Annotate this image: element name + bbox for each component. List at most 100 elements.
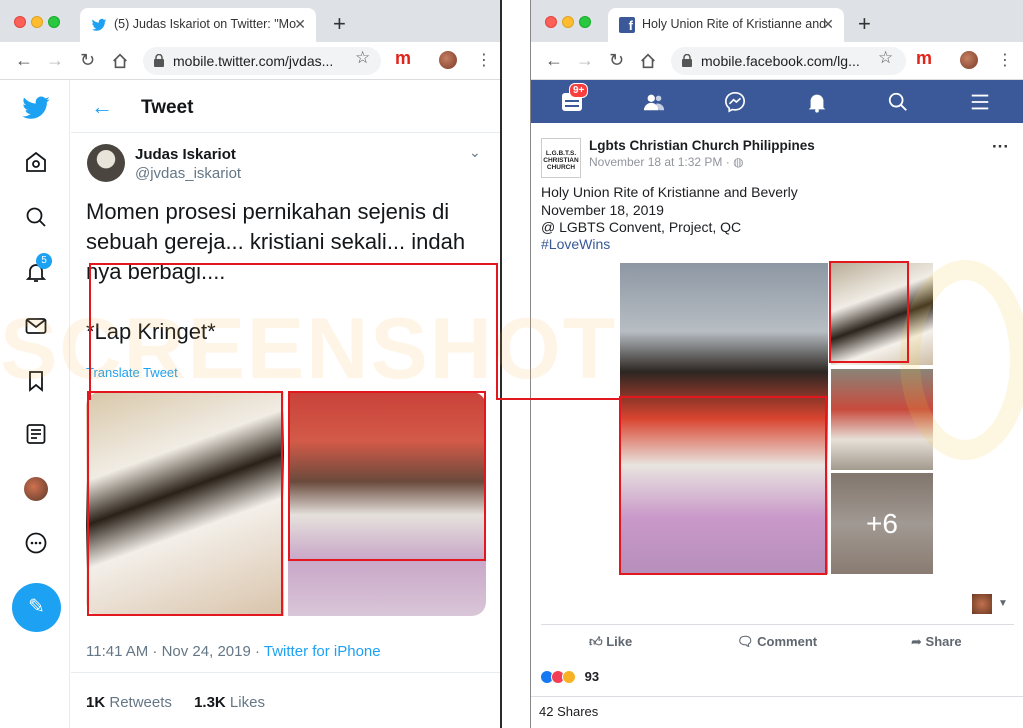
window-controls (545, 15, 596, 33)
back-icon[interactable]: ← (545, 50, 563, 70)
post-photo-thumb-3[interactable]: +6 (831, 473, 933, 574)
author-avatar[interactable] (87, 144, 125, 182)
address-bar: ← → ↻ mobile.twitter.com/jvdas... ☆ m ⋮ (0, 42, 500, 80)
new-tab-button[interactable]: + (333, 11, 346, 37)
lists-icon[interactable] (24, 422, 48, 446)
home-nav-icon[interactable] (24, 150, 48, 174)
home-icon[interactable] (639, 52, 657, 70)
m-extension-icon[interactable]: m (395, 48, 411, 69)
likes-label: Likes (229, 694, 265, 711)
annotation-connector-line (497, 398, 619, 400)
close-window-button[interactable] (545, 16, 557, 28)
tweet-source[interactable]: Twitter for iPhone (264, 643, 381, 660)
tweet-metadata: 11:41 AM · Nov 24, 2019 · Twitter for iP… (86, 643, 381, 660)
tweet-stats: 1K Retweets 1.3K Likes (71, 672, 500, 728)
tab-title: Holy Union Rite of Kristianne and (642, 17, 827, 31)
profile-avatar-icon[interactable] (24, 477, 48, 501)
chevron-down-icon[interactable]: ⌄ (469, 144, 481, 161)
tab-bar: (5) Judas Iskariot on Twitter: "Mo ✕ + (0, 0, 500, 42)
zoom-window-button[interactable] (48, 16, 60, 28)
facebook-browser-window: f Holy Union Rite of Kristianne and ✕ + … (530, 0, 1023, 728)
caret-down-icon[interactable]: ▼ (998, 598, 1008, 609)
forward-icon[interactable]: → (46, 50, 64, 70)
close-tab-icon[interactable]: ✕ (822, 16, 834, 33)
facebook-favicon-icon: f (619, 17, 635, 33)
back-arrow-icon[interactable]: ← (91, 94, 113, 120)
url-text: mobile.facebook.com/lg... (701, 53, 860, 69)
like-label: Like (606, 634, 633, 649)
new-tab-button[interactable]: + (858, 11, 871, 37)
page-name[interactable]: Lgbts Christian Church Philippines (589, 138, 815, 153)
likes-stat[interactable]: 1.3K Likes (194, 694, 265, 711)
friends-icon[interactable] (643, 91, 665, 113)
menu-kebab-icon[interactable]: ⋮ (476, 50, 492, 70)
url-text: mobile.twitter.com/jvdas... (173, 53, 334, 69)
hamburger-menu-icon[interactable] (969, 91, 991, 113)
annotation-box-left-photo-2 (288, 391, 486, 561)
annotation-box-right-photo-main (619, 396, 827, 575)
share-button[interactable]: ➦ Share (911, 634, 962, 650)
back-icon[interactable]: ← (15, 50, 33, 70)
forward-icon[interactable]: → (576, 50, 594, 70)
shares-count[interactable]: 42 Shares (531, 696, 1023, 719)
comment-button[interactable]: 🗨︎ Comment (737, 634, 817, 650)
profile-avatar-icon[interactable] (439, 51, 457, 69)
wow-reaction-icon (562, 670, 576, 684)
profile-avatar-icon[interactable] (960, 51, 978, 69)
bookmarks-icon[interactable] (24, 369, 48, 393)
menu-kebab-icon[interactable]: ⋮ (997, 50, 1013, 70)
m-extension-icon[interactable]: m (916, 48, 932, 69)
zoom-window-button[interactable] (579, 16, 591, 28)
close-tab-icon[interactable]: ✕ (294, 16, 306, 33)
search-nav-icon[interactable] (24, 205, 48, 229)
post-photo-thumb-2[interactable] (831, 369, 933, 470)
notifications-bell-icon[interactable] (806, 91, 828, 113)
search-icon[interactable] (887, 91, 909, 113)
comment-bubble-icon: 🗨︎ (737, 634, 754, 649)
twitter-logo-icon[interactable] (21, 93, 51, 123)
retweets-stat[interactable]: 1K Retweets (86, 694, 172, 711)
comment-label: Comment (757, 634, 818, 649)
annotation-box-left-photo-1 (87, 391, 283, 616)
thumbs-up-icon: 👍︎ (589, 634, 603, 649)
compose-tweet-button[interactable]: ✎ (12, 583, 61, 632)
tab-title: (5) Judas Iskariot on Twitter: "Mo (114, 17, 297, 31)
messenger-icon[interactable] (724, 91, 746, 113)
messages-envelope-icon[interactable] (24, 314, 48, 338)
home-icon[interactable] (111, 52, 129, 70)
reload-icon[interactable]: ↻ (80, 50, 95, 70)
more-options-icon[interactable] (24, 531, 48, 555)
notification-badge: 9+ (569, 83, 589, 98)
browser-tab[interactable]: (5) Judas Iskariot on Twitter: "Mo ✕ (80, 8, 316, 42)
like-button[interactable]: 👍︎ Like (589, 634, 632, 650)
share-label: Share (925, 634, 962, 649)
minimize-window-button[interactable] (562, 16, 574, 28)
annotation-connector-box (89, 263, 498, 400)
retweets-count: 1K (86, 694, 106, 711)
lock-icon (682, 54, 692, 67)
post-options-icon[interactable]: ··· (992, 137, 1009, 157)
public-globe-icon: ◍ (733, 155, 744, 169)
tweet-timestamp[interactable]: 11:41 AM · Nov 24, 2019 · (86, 643, 264, 660)
browser-tab[interactable]: f Holy Union Rite of Kristianne and ✕ (608, 8, 844, 42)
viewer-avatar[interactable] (972, 594, 992, 614)
reaction-count: 93 (584, 669, 600, 684)
hashtag-link[interactable]: #LoveWins (541, 236, 610, 252)
author-name[interactable]: Judas Iskariot (135, 146, 236, 163)
url-field[interactable]: mobile.facebook.com/lg... (671, 47, 906, 75)
bookmark-star-icon[interactable]: ☆ (355, 48, 370, 68)
page-logo[interactable]: L.G.B.T.S. CHRISTIAN CHURCH (541, 138, 581, 178)
post-timestamp: November 18 at 1:32 PM · ◍ (589, 155, 744, 169)
tab-bar: f Holy Union Rite of Kristianne and ✕ + (531, 0, 1023, 42)
close-window-button[interactable] (14, 16, 26, 28)
bookmark-star-icon[interactable]: ☆ (878, 48, 893, 68)
more-photos-count: +6 (831, 473, 933, 574)
url-field[interactable]: mobile.twitter.com/jvdas... (143, 47, 381, 75)
reactions-summary[interactable]: 93 (540, 669, 599, 684)
retweets-label: Retweets (109, 694, 172, 711)
minimize-window-button[interactable] (31, 16, 43, 28)
reload-icon[interactable]: ↻ (609, 50, 624, 70)
facebook-nav-bar: 9+ (531, 80, 1023, 123)
author-handle[interactable]: @jvdas_iskariot (135, 165, 241, 182)
lock-icon (154, 54, 164, 67)
